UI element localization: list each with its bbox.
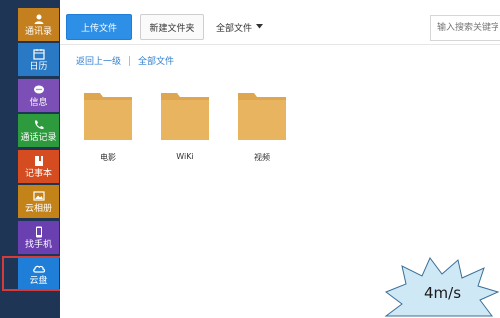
breadcrumb-current[interactable]: 全部文件 — [138, 54, 174, 67]
sidebar-item-call-log[interactable]: 通话记录 — [18, 114, 59, 147]
sidebar-item-notebook[interactable]: 记事本 — [18, 150, 59, 183]
file-filter-label: 全部文件 — [216, 23, 253, 34]
breadcrumb-back-link[interactable]: 返回上一级 — [76, 54, 121, 67]
folder-icon — [84, 90, 132, 144]
breadcrumb-divider — [129, 55, 131, 66]
sidebar-item-label: 日历 — [29, 61, 48, 72]
sidebar-item-label: 通话记录 — [20, 132, 57, 143]
search-input[interactable] — [430, 15, 500, 41]
breadcrumb: 返回上一级 全部文件 — [76, 54, 174, 67]
sidebar-item-label: 云相册 — [24, 203, 52, 214]
sidebar-item-contacts[interactable]: 通讯录 — [18, 8, 59, 41]
toolbar: 上传文件 新建文件夹 全部文件 — [60, 0, 500, 45]
sidebar-item-find-phone[interactable]: 找手机 — [18, 221, 59, 254]
photo-icon — [32, 190, 46, 202]
sidebar-item-messages[interactable]: 信息 — [18, 79, 59, 112]
phone-icon — [32, 119, 46, 131]
folder-item[interactable]: 视频 — [238, 90, 286, 162]
sidebar-item-label: 找手机 — [24, 239, 52, 250]
message-icon — [32, 84, 46, 96]
file-filter-dropdown[interactable]: 全部文件 — [216, 20, 264, 34]
upload-button[interactable]: 上传文件 — [66, 14, 132, 40]
sidebar-item-label: 信息 — [29, 97, 48, 108]
folder-item[interactable]: 电影 — [84, 90, 132, 162]
sidebar-item-calendar[interactable]: 日历 — [18, 43, 59, 76]
calendar-icon — [32, 48, 46, 60]
folder-icon — [161, 90, 209, 144]
chevron-down-icon — [256, 22, 264, 32]
folder-name: WiKi — [176, 152, 194, 161]
folder-icon — [238, 90, 286, 144]
sidebar-item-label: 记事本 — [24, 168, 52, 179]
sidebar-item-label: 通讯录 — [24, 26, 52, 37]
folder-name: 电影 — [100, 153, 116, 162]
new-folder-button[interactable]: 新建文件夹 — [140, 14, 204, 40]
notebook-icon — [32, 155, 46, 167]
speed-readout: 4m/s — [424, 284, 462, 302]
find-phone-icon — [32, 226, 46, 238]
folder-item[interactable]: WiKi — [161, 90, 209, 162]
contacts-icon — [32, 13, 46, 25]
folder-name: 视频 — [254, 153, 270, 162]
sidebar-item-cloud-album[interactable]: 云相册 — [18, 185, 59, 218]
